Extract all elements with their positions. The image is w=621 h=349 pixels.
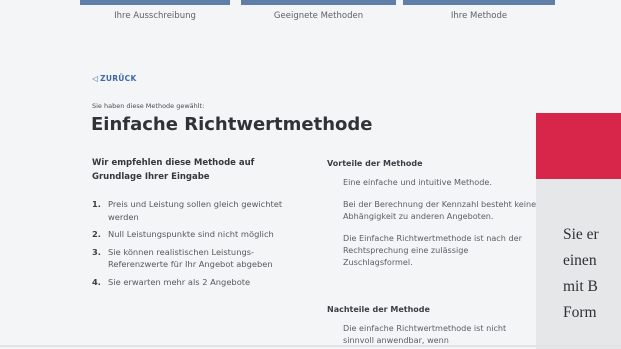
list-number: 3. [92, 246, 101, 257]
step-label: Ihre Methode [450, 11, 508, 21]
chosen-method-label: Sie haben diese Methode gewählt: [92, 102, 205, 110]
recommendation-heading: Wir empfehlen diese Methode auf Grundlag… [92, 158, 255, 182]
step-ihre-methode[interactable]: Ihre Methode [403, 0, 555, 30]
advantage-item: Eine einfache und intuitive Methode. [343, 177, 492, 187]
promo-text: Sie er einen mit B Form [563, 222, 621, 326]
reason-list: 1. Preis und Leistung sollen gleich gewic… [92, 198, 307, 288]
list-text: Preis und Leistung sollen gleich gewicht… [108, 199, 283, 222]
step-label: Geeignete Methoden [273, 11, 364, 21]
promo-line: einen [563, 252, 597, 269]
step-geeignete-methoden[interactable]: Geeignete Methoden [241, 0, 396, 30]
list-item: 2. Null Leistungspunkte sind nicht möglic… [92, 228, 307, 241]
list-number: 1. [92, 199, 101, 209]
disadvantages-block: Nachteile der Methode Die einfache Richt… [327, 305, 537, 346]
promo-panel: Sie er einen mit B Form [536, 179, 621, 349]
list-item: 3. Sie können realistischen Leistungs-Ref… [92, 246, 307, 271]
back-link-label: ZURÜCK [100, 74, 137, 83]
list-text: Sie erwarten mehr als 2 Angebote [108, 276, 251, 287]
back-link[interactable]: ◁ ZURÜCK [92, 74, 137, 83]
list-number: 2. [92, 229, 101, 239]
list-text: Sie können realistischen Leistungs-Refer… [108, 246, 273, 270]
list-item: 4. Sie erwarten mehr als 2 Angebote [92, 276, 307, 289]
promo-line: mit B [563, 278, 598, 295]
promo-banner [536, 113, 621, 179]
list-number: 4. [92, 276, 101, 287]
advantage-item: Bei der Berechnung der Kennzahl besteht … [343, 199, 537, 221]
recommendation-section: Wir empfehlen diese Methode auf Grundlag… [92, 157, 307, 293]
list-text: Null Leistungspunkte sind nicht möglich [108, 229, 274, 239]
step-ihre-ausschreibung[interactable]: Ihre Ausschreibung [80, 0, 230, 30]
list-item: 1. Preis und Leistung sollen gleich gewic… [92, 198, 307, 223]
disadvantages-heading: Nachteile der Methode [327, 305, 430, 314]
page-title: Einfache Richtwertmethode [91, 114, 373, 135]
advantage-item: Die Einfache Richtwertmethode ist nach d… [343, 233, 522, 267]
promo-line: Sie er [563, 226, 599, 243]
triangle-left-icon: ◁ [92, 74, 99, 83]
step-label: Ihre Ausschreibung [114, 11, 196, 21]
advantages-heading: Vorteile der Methode [327, 159, 423, 168]
disadvantage-item: Die einfache Richtwertmethode ist nicht … [343, 323, 507, 345]
promo-line: Form [563, 304, 597, 321]
pros-cons-section: Vorteile der Methode Eine einfache und i… [327, 159, 537, 345]
